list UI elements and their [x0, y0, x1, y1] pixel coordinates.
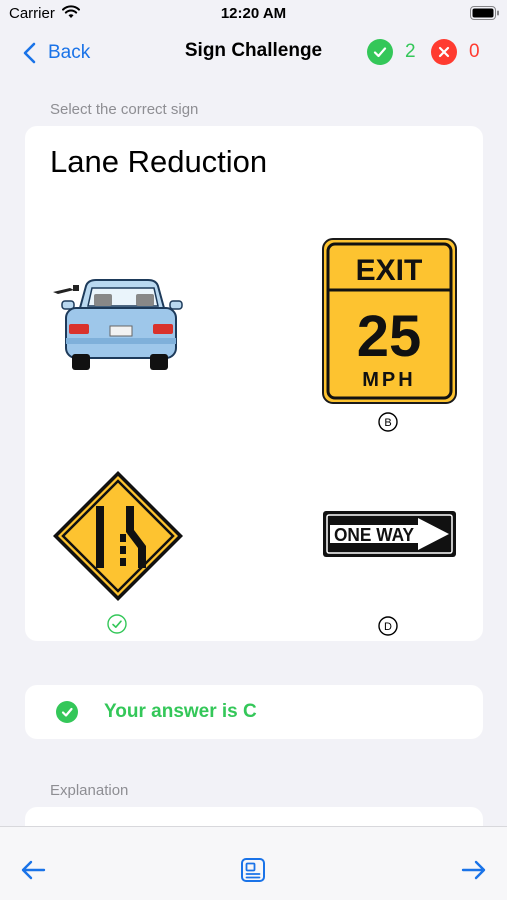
option-b-letter-icon: B — [378, 412, 398, 432]
previous-button[interactable] — [18, 855, 48, 885]
wrong-score: 0 — [431, 38, 480, 66]
svg-text:MPH: MPH — [362, 369, 415, 391]
svg-text:D: D — [384, 621, 392, 633]
answer-result-text: Your answer is C — [104, 701, 257, 722]
svg-text:EXIT: EXIT — [356, 254, 423, 287]
option-b[interactable]: EXIT 25 MPH B — [322, 238, 457, 438]
next-button[interactable] — [459, 855, 489, 885]
flashcard-button[interactable] — [238, 855, 268, 885]
arrow-left-icon — [21, 860, 46, 880]
arrow-right-icon — [461, 860, 486, 880]
x-mark-icon — [431, 39, 457, 65]
status-time: 12:20 AM — [220, 5, 287, 22]
option-c[interactable] — [52, 470, 184, 640]
answer-card: Your answer is C — [25, 685, 483, 739]
battery-icon — [470, 6, 499, 20]
car-graphic — [53, 279, 183, 370]
correct-score: 2 — [367, 38, 416, 66]
prompt-label: Select the correct sign — [50, 101, 199, 118]
correct-count: 2 — [405, 41, 416, 62]
option-d-letter-icon: D — [378, 616, 398, 636]
status-bar: Carrier 12:20 AM — [0, 0, 507, 28]
option-c-check-icon — [107, 614, 127, 634]
checkmark-icon — [367, 39, 393, 65]
svg-text:ONE WAY: ONE WAY — [334, 525, 414, 545]
checkmark-icon — [56, 701, 78, 723]
svg-text:B: B — [384, 417, 391, 429]
lane-reduction-sign — [53, 471, 183, 601]
option-a[interactable]: A — [50, 276, 185, 558]
question-card: Lane Reduction A — [25, 126, 483, 641]
one-way-sign: ONE WAY — [323, 511, 456, 557]
bottom-toolbar — [0, 826, 507, 900]
exit-speed-sign: EXIT 25 MPH — [322, 238, 457, 404]
flashcard-icon — [241, 858, 265, 882]
option-d[interactable]: ONE WAY D — [322, 510, 457, 640]
explanation-label: Explanation — [50, 782, 129, 799]
question-title: Lane Reduction — [50, 144, 268, 179]
svg-text:25: 25 — [357, 304, 422, 369]
wrong-count: 0 — [469, 41, 480, 62]
navigation-bar: Back Sign Challenge 2 0 — [0, 28, 507, 78]
